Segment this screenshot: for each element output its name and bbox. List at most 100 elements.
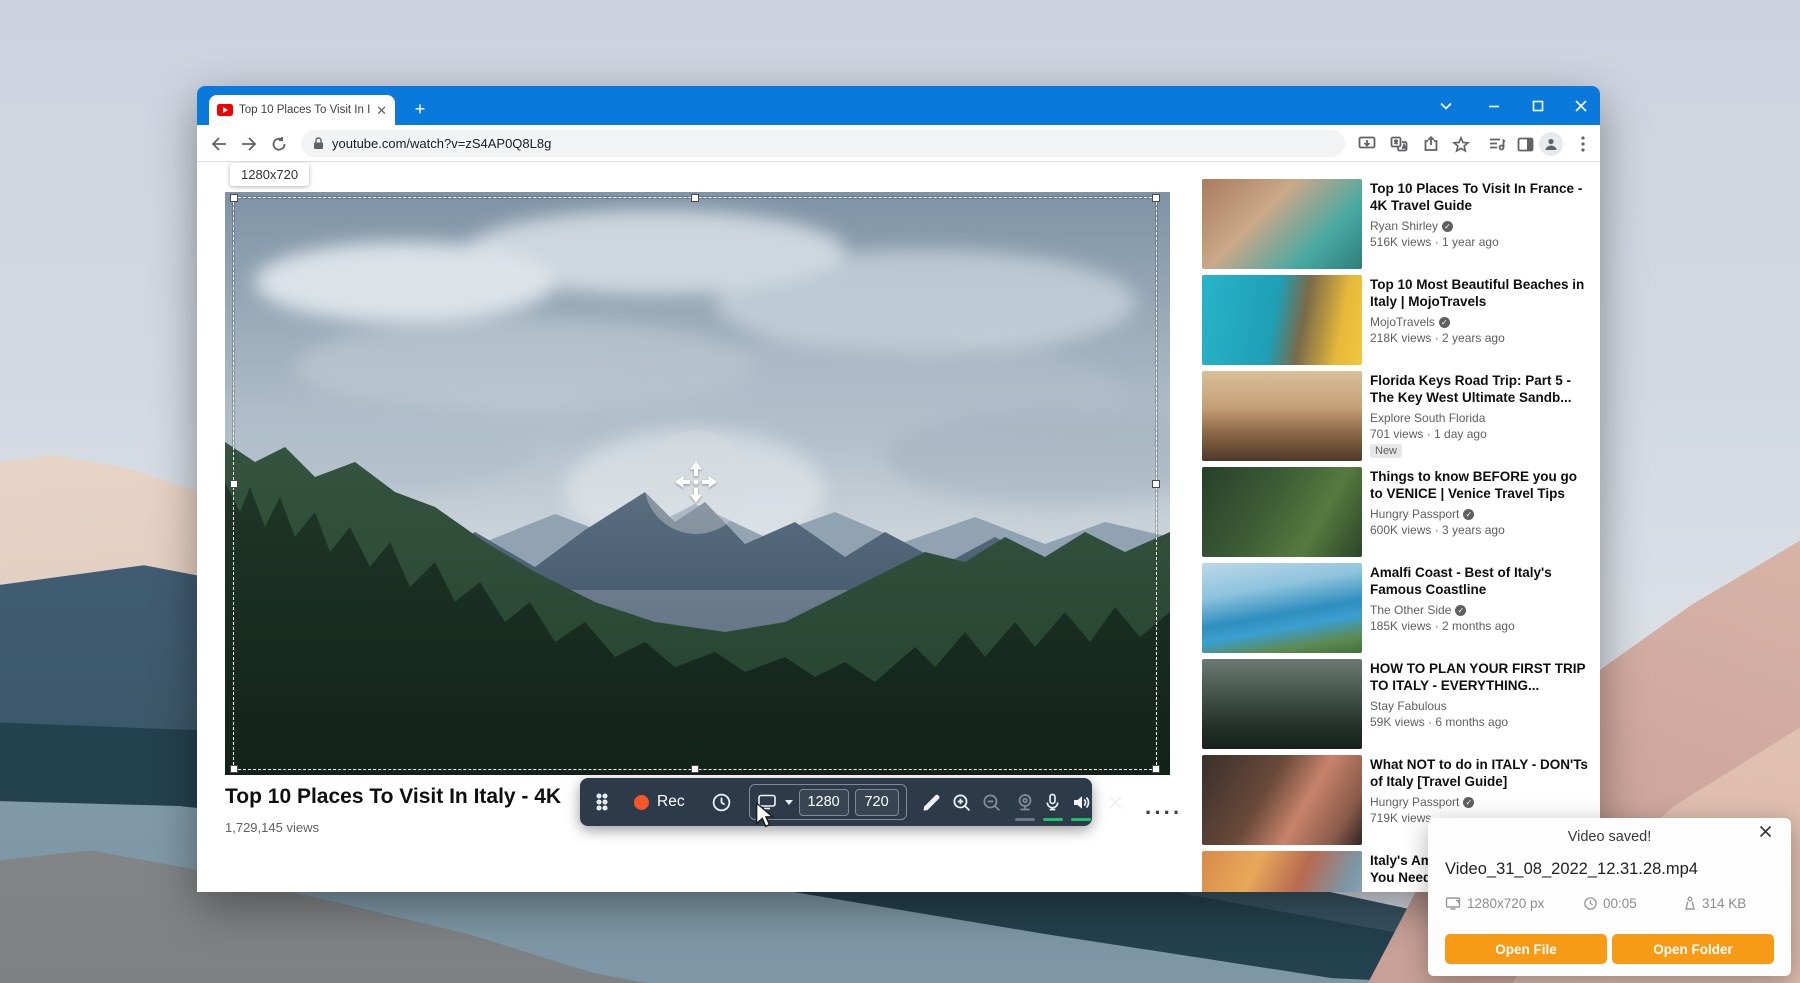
channel-name: The Other Side [1370, 603, 1451, 617]
channel-name: Hungry Passport [1370, 507, 1459, 521]
video-meta: 218K views · 2 years ago [1370, 331, 1590, 345]
microphone-level-bar [1043, 818, 1063, 821]
video-thumbnail[interactable] [1202, 851, 1362, 892]
zoom-out-icon[interactable] [979, 782, 1005, 822]
address-bar[interactable]: youtube.com/watch?v=zS4AP0Q8L8g [301, 130, 1345, 157]
open-file-button[interactable]: Open File [1445, 934, 1607, 964]
browser-titlebar: Top 10 Places To Visit In Italy - 4K ✕ + [197, 86, 1600, 125]
record-dot-icon [634, 795, 649, 810]
annotate-pencil-icon[interactable] [919, 782, 945, 822]
browser-menu-icon[interactable] [1571, 132, 1595, 156]
maximize-button[interactable] [1523, 96, 1553, 116]
media-controls-icon[interactable] [1485, 132, 1509, 156]
related-video-item[interactable]: Florida Keys Road Trip: Part 5 - The Key… [1202, 371, 1594, 461]
lock-icon [313, 137, 324, 150]
profile-avatar[interactable] [1539, 132, 1563, 156]
video-meta: 516K views · 1 year ago [1370, 235, 1590, 249]
timer-clock-icon[interactable] [709, 782, 735, 822]
video-thumbnail[interactable] [1202, 563, 1362, 653]
new-tab-button[interactable]: + [409, 99, 431, 121]
selection-handle-sw[interactable] [230, 765, 238, 773]
verified-badge-icon [1463, 509, 1474, 520]
close-window-button[interactable] [1566, 96, 1596, 116]
zoom-in-icon[interactable] [949, 782, 975, 822]
bookmark-star-icon[interactable] [1449, 132, 1473, 156]
browser-window: Top 10 Places To Visit In Italy - 4K ✕ + [197, 86, 1600, 892]
selection-handle-n[interactable] [691, 194, 699, 202]
file-size-icon [1683, 896, 1697, 911]
open-folder-button[interactable]: Open Folder [1612, 934, 1774, 964]
related-video-item[interactable]: Things to know BEFORE you go to VENICE |… [1202, 467, 1594, 557]
verified-badge-icon [1442, 221, 1453, 232]
channel-name: Explore South Florida [1370, 411, 1485, 425]
speaker-toggle[interactable] [1067, 782, 1095, 822]
selection-handle-s[interactable] [691, 765, 699, 773]
selection-handle-ne[interactable] [1152, 194, 1160, 202]
webcam-toggle[interactable] [1011, 782, 1039, 822]
video-thumbnail[interactable] [1202, 755, 1362, 845]
page-content: 1280x720 [197, 162, 1600, 892]
more-options-dots[interactable]: ···· [1145, 800, 1182, 826]
selection-handle-nw[interactable] [230, 194, 238, 202]
related-video-title: Florida Keys Road Trip: Part 5 - The Key… [1370, 372, 1590, 406]
install-icon[interactable] [1355, 132, 1379, 156]
tab-search-icon[interactable] [1431, 96, 1461, 116]
recorder-toolbar: Rec 1280 720 [580, 778, 1092, 826]
share-icon[interactable] [1419, 132, 1443, 156]
width-input[interactable]: 1280 [799, 789, 849, 816]
back-button[interactable] [207, 132, 231, 156]
reload-button[interactable] [267, 132, 291, 156]
new-badge: New [1370, 444, 1402, 458]
verified-badge-icon [1463, 797, 1474, 808]
video-thumbnail[interactable] [1202, 659, 1362, 749]
video-thumbnail[interactable] [1202, 371, 1362, 461]
related-video-item[interactable]: Top 10 Most Beautiful Beaches in Italy |… [1202, 275, 1594, 365]
move-selection-icon[interactable] [670, 456, 722, 508]
forward-button[interactable] [237, 132, 261, 156]
drag-handle-icon[interactable] [594, 782, 610, 822]
selection-handle-w[interactable] [230, 480, 238, 488]
selection-handle-se[interactable] [1152, 765, 1160, 773]
desktop: Top 10 Places To Visit In Italy - 4K ✕ + [0, 0, 1800, 983]
notification-close-icon[interactable] [1759, 825, 1779, 845]
related-video-title: Amalfi Coast - Best of Italy's Famous Co… [1370, 564, 1590, 598]
verified-badge-icon [1455, 605, 1466, 616]
url-text: youtube.com/watch?v=zS4AP0Q8L8g [332, 136, 551, 151]
selection-handle-e[interactable] [1152, 480, 1160, 488]
tab-close-icon[interactable]: ✕ [376, 104, 387, 117]
video-meta: 701 views · 1 day ago [1370, 427, 1590, 441]
related-video-item[interactable]: Amalfi Coast - Best of Italy's Famous Co… [1202, 563, 1594, 653]
video-meta: 600K views · 3 years ago [1370, 523, 1590, 537]
resolution-icon [1445, 896, 1462, 911]
related-video-item[interactable]: Top 10 Places To Visit In France - 4K Tr… [1202, 179, 1594, 269]
channel-name: Hungry Passport [1370, 795, 1459, 809]
video-view-count: 1,729,145 views [225, 820, 319, 835]
related-video-title: What NOT to do in ITALY - DON'Ts of Ital… [1370, 756, 1590, 790]
channel-name: Stay Fabulous [1370, 699, 1447, 713]
translate-icon[interactable] [1387, 132, 1411, 156]
display-dropdown-caret-icon[interactable] [785, 800, 793, 805]
height-input[interactable]: 720 [855, 789, 899, 816]
microphone-toggle[interactable] [1039, 782, 1067, 822]
channel-name: MojoTravels [1370, 315, 1435, 329]
duration-clock-icon [1583, 896, 1598, 911]
tab-title: Top 10 Places To Visit In Italy - 4K [239, 104, 370, 116]
video-thumbnail[interactable] [1202, 179, 1362, 269]
saved-resolution: 1280x720 px [1467, 896, 1544, 911]
side-panel-icon[interactable] [1513, 132, 1537, 156]
youtube-favicon-icon [217, 104, 233, 116]
video-thumbnail[interactable] [1202, 467, 1362, 557]
webcam-level-bar [1015, 818, 1035, 821]
related-video-item[interactable]: HOW TO PLAN YOUR FIRST TRIP TO ITALY - E… [1202, 659, 1594, 749]
related-video-title: HOW TO PLAN YOUR FIRST TRIP TO ITALY - E… [1370, 660, 1590, 694]
record-label: Rec [657, 793, 685, 811]
selection-size-tooltip: 1280x720 [230, 163, 309, 186]
record-button[interactable]: Rec [634, 782, 685, 822]
saved-filename: Video_31_08_2022_12.31.28.mp4 [1445, 860, 1698, 879]
video-thumbnail[interactable] [1202, 275, 1362, 365]
recording-selection-area[interactable] [233, 197, 1157, 770]
minimize-button[interactable] [1479, 96, 1509, 116]
close-recorder-icon[interactable] [1103, 782, 1129, 822]
browser-tab[interactable]: Top 10 Places To Visit In Italy - 4K ✕ [209, 95, 395, 125]
speaker-level-bar [1071, 818, 1091, 821]
